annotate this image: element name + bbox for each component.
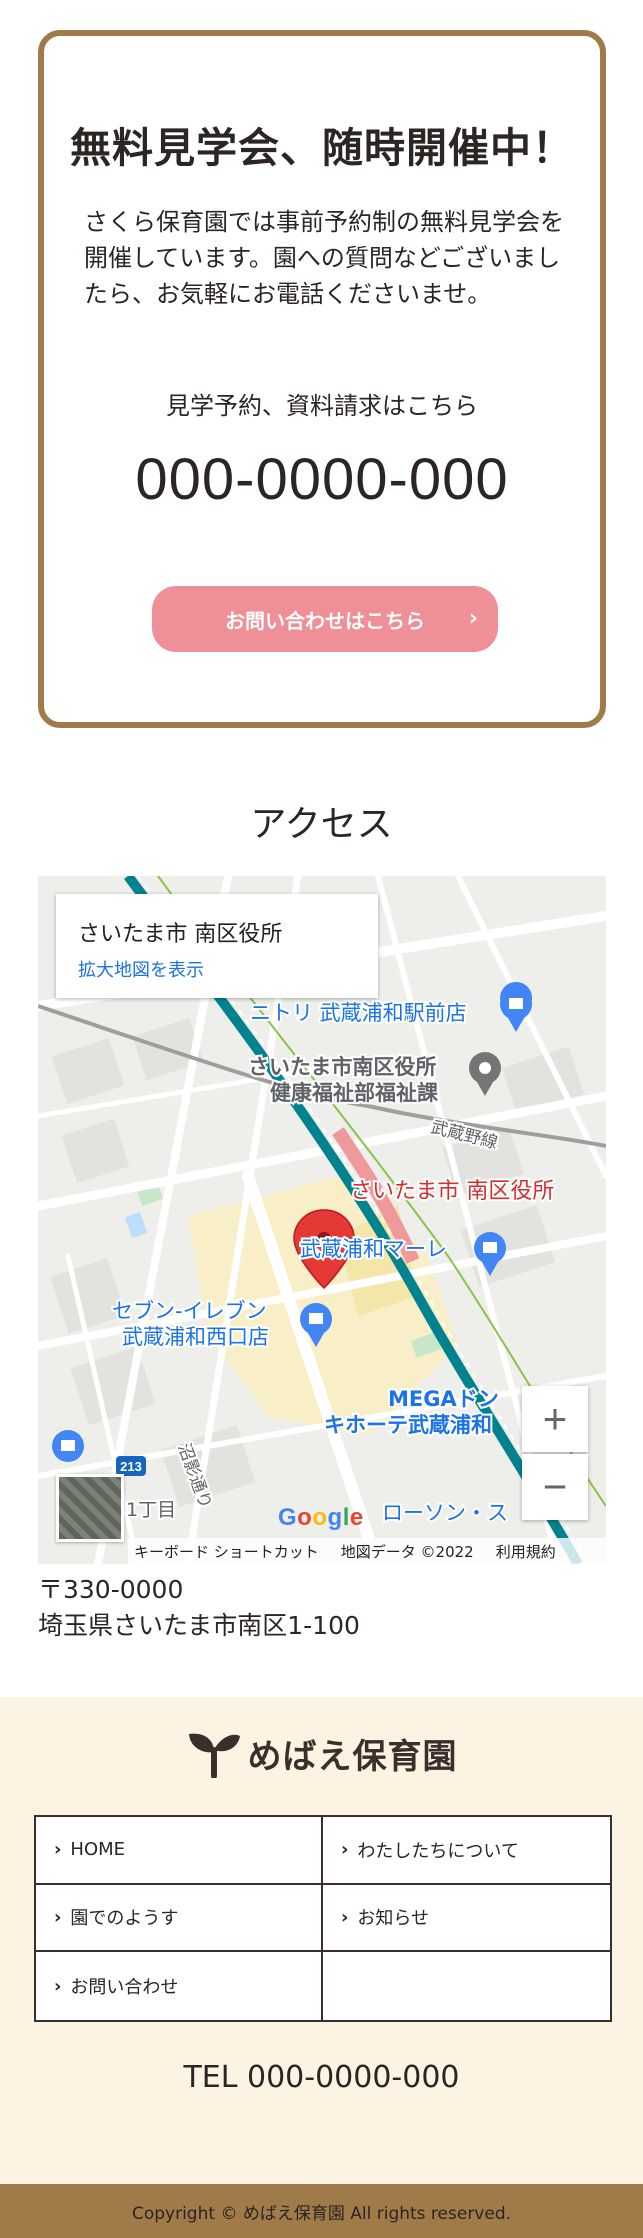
chevron-right-icon: ›	[54, 1906, 62, 1928]
satellite-view-toggle[interactable]	[56, 1474, 124, 1542]
zoom-in-button[interactable]: +	[522, 1386, 588, 1452]
postal-code: 〒330-0000	[38, 1575, 184, 1604]
card-description: さくら保育園では事前予約制の無料見学会を開催しています。園への質問などございまし…	[84, 208, 564, 308]
footer-nav-label: お知らせ	[357, 1908, 430, 1930]
card-phone-number[interactable]: 000-0000-000	[44, 446, 600, 513]
view-larger-map-link[interactable]: 拡大地図を表示	[78, 956, 204, 982]
route-shield-label: 213	[120, 1459, 142, 1474]
map-label-marker: さいたま市 南区役所	[350, 1179, 554, 1204]
footer-nav-label: わたしたちについて	[357, 1840, 519, 1862]
footer-phone[interactable]: TEL 000-0000-000	[0, 2060, 643, 2095]
zoom-out-button[interactable]: −	[522, 1454, 588, 1520]
contact-button-label: お問い合わせはこちら	[225, 608, 425, 633]
footer-nav: › HOME › わたしたちについて › 園でのようす › お知らせ › お問い…	[34, 1815, 612, 2022]
footer-logo-text: めばえ保育園	[247, 1736, 458, 1777]
footer-nav-news[interactable]: › お知らせ	[323, 1885, 610, 1953]
map-data-text: 地図データ ©2022	[340, 1542, 474, 1561]
footer-nav-label: HOME	[70, 1839, 126, 1861]
address-block: 〒330-0000 埼玉県さいたま市南区1-100	[38, 1572, 360, 1644]
footer-nav-empty	[323, 1952, 610, 2020]
access-heading: アクセス	[250, 804, 393, 845]
map-label-seven-1: セブン-イレブン	[112, 1299, 267, 1323]
map-label-marble: 武蔵浦和マーレ	[300, 1237, 447, 1261]
footer-nav-home[interactable]: › HOME	[36, 1817, 323, 1885]
map-label-chome: 1丁目	[126, 1499, 176, 1521]
keyboard-shortcuts-link[interactable]: キーボード ショートカット	[134, 1541, 319, 1562]
google-map[interactable]: 213 ニトリ 武蔵浦和駅前店 さいたま市南区役所 健康福祉部福祉課 武蔵野線 …	[38, 876, 606, 1564]
map-label-mega-2: キホーテ武蔵浦和	[324, 1413, 492, 1437]
map-label-nitori: ニトリ 武蔵浦和駅前店	[250, 1001, 467, 1025]
chevron-right-icon: ›	[341, 1906, 349, 1928]
map-place-name: さいたま市 南区役所	[78, 922, 283, 947]
satellite-thumbnail	[59, 1477, 121, 1539]
footer-nav-daily-life[interactable]: › 園でのようす	[36, 1884, 323, 1953]
card-title: 無料見学会、随時開催中！	[70, 124, 574, 172]
chevron-right-icon: ›	[468, 606, 478, 631]
chevron-right-icon: ›	[54, 1839, 62, 1861]
footer-nav-contact[interactable]: › お問い合わせ	[36, 1952, 323, 2020]
footer-nav-label: 園でのようす	[70, 1908, 179, 1930]
chevron-right-icon: ›	[341, 1839, 349, 1861]
map-label-seven-2: 武蔵浦和西口店	[122, 1325, 269, 1349]
contact-button[interactable]: お問い合わせはこちら ›	[152, 586, 498, 652]
info-card: 無料見学会、随時開催中！ さくら保育園では事前予約制の無料見学会を開催しています…	[38, 30, 606, 728]
copyright-bar: Copyright © めばえ保育園 All rights reserved.	[0, 2184, 643, 2238]
map-label-mega-1: MEGAドン	[388, 1387, 499, 1411]
footer-logo[interactable]: めばえ保育園	[0, 1728, 643, 1778]
left-poi-icon[interactable]	[52, 1430, 84, 1462]
map-label-lawson: ローソン・ス	[382, 1501, 508, 1525]
footer-nav-about[interactable]: › わたしたちについて	[323, 1817, 610, 1885]
terms-link[interactable]: 利用規約	[496, 1541, 556, 1562]
google-logo: Google	[278, 1504, 364, 1531]
map-place-card: さいたま市 南区役所 拡大地図を表示	[56, 894, 378, 998]
card-sub-heading: 見学予約、資料請求はこちら	[166, 392, 478, 420]
street-address: 埼玉県さいたま市南区1-100	[38, 1611, 360, 1640]
map-attribution-bar: キーボード ショートカット 地図データ ©2022 利用規約	[128, 1538, 606, 1564]
chevron-right-icon: ›	[54, 1975, 62, 1997]
footer-nav-label: お問い合わせ	[70, 1977, 179, 1999]
map-label-ward-office-1: さいたま市南区役所	[248, 1055, 436, 1079]
map-label-ward-office-2: 健康福祉部福祉課	[270, 1081, 439, 1105]
sprout-icon	[188, 1733, 240, 1778]
